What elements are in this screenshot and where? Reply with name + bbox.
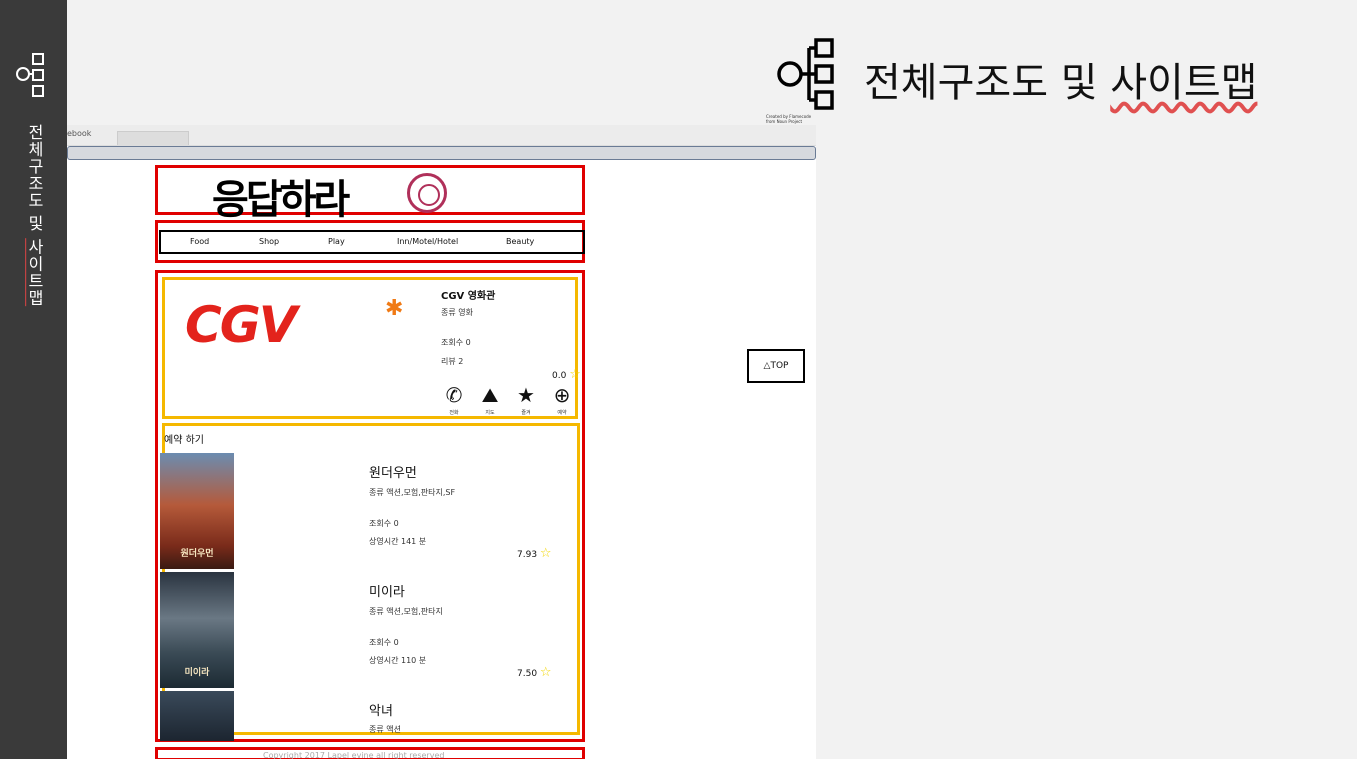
browser-tab-bar: ebook (67, 125, 816, 146)
slide-sidebar: 전체구조도 및 사이트맵 (0, 0, 67, 759)
browser-tab[interactable]: ebook (67, 129, 117, 143)
movie-genre: 종류 액션,모험,판타지 (369, 607, 443, 616)
sitemap-icon (16, 53, 44, 97)
movie-views: 조회수 0 (369, 519, 399, 528)
movie-poster[interactable] (160, 691, 234, 741)
place-name: CGV 영화관 (441, 291, 496, 302)
nav-item-inn[interactable]: Inn/Motel/Hotel (397, 237, 458, 246)
place-views: 조회수 0 (441, 338, 471, 347)
movie-title[interactable]: 악녀 (369, 700, 393, 719)
slide-title-prefix: 전체구조도 및 (864, 60, 1111, 106)
add-user-icon[interactable]: ⊕ (549, 383, 575, 407)
reservation-heading: 예약 하기 (164, 435, 204, 446)
nav-item-play[interactable]: Play (328, 237, 345, 246)
movie-rating: 7.50 ☆ (517, 665, 552, 680)
flower-icon: ✱ (385, 296, 404, 321)
nav-item-food[interactable]: Food (190, 237, 209, 246)
movie-views: 조회수 0 (369, 638, 399, 647)
movie-title[interactable]: 미이라 (369, 581, 405, 600)
place-category: 종류 영화 (441, 308, 473, 317)
slide-title: 전체구조도 및 사이트맵 (864, 50, 1257, 108)
place-rating: 0.0 ☆ (552, 367, 581, 382)
sidebar-title: 전체구조도 및 사이트맵 (22, 124, 46, 306)
address-bar[interactable] (67, 146, 816, 160)
movie-poster[interactable]: 미이라 (160, 572, 234, 688)
movie-genre: 종류 액션 (369, 725, 401, 734)
movie-title[interactable]: 원더우먼 (369, 462, 417, 481)
sitemap-icon (777, 38, 834, 110)
star-icon[interactable]: ★ (513, 383, 539, 407)
sidebar-title-prefix: 전체구조도 및 (25, 124, 44, 239)
movie-genre: 종류 액션,모험,판타지,SF (369, 488, 456, 497)
copyright-text: Copyright 2017 Lapel evine all right res… (263, 751, 445, 759)
cgv-logo: CGV ✱ (173, 290, 417, 368)
favorite-label: 즐겨 (521, 410, 531, 416)
site-logo[interactable]: 응답하라 (212, 167, 350, 225)
phone-icon[interactable]: ✆ (441, 383, 467, 407)
slide-title-underlined: 사이트맵 (1110, 60, 1258, 106)
sidebar-title-underlined: 사이트맵 (25, 238, 44, 307)
movie-runtime: 상영시간 110 분 (369, 656, 427, 665)
map-label: 지도 (485, 410, 495, 416)
star-icon: ☆ (539, 665, 552, 680)
movie-runtime: 상영시간 141 분 (369, 537, 427, 546)
place-reviews: 리뷰 2 (441, 357, 464, 366)
website-screenshot: ebook 응답하라 Food Shop Play Inn/Motel/Hote… (67, 125, 816, 759)
icon-credit: Created by Flamecode from Noun Project (766, 114, 812, 124)
movie-rating: 7.93 ☆ (517, 546, 552, 561)
university-seal (407, 173, 447, 213)
star-icon: ☆ (539, 546, 552, 561)
movie-poster[interactable]: 원더우먼 (160, 453, 234, 569)
reserve-label: 예약 (557, 410, 567, 416)
nav-item-shop[interactable]: Shop (259, 237, 279, 246)
star-icon: ☆ (569, 367, 581, 382)
main-nav: Food Shop Play Inn/Motel/Hotel Beauty (159, 230, 585, 254)
map-icon[interactable]: ⛰ (477, 383, 503, 407)
phone-label: 전화 (449, 410, 459, 416)
nav-item-beauty[interactable]: Beauty (506, 237, 534, 246)
back-to-top-button[interactable]: △TOP (747, 349, 805, 383)
new-tab[interactable] (117, 131, 189, 145)
